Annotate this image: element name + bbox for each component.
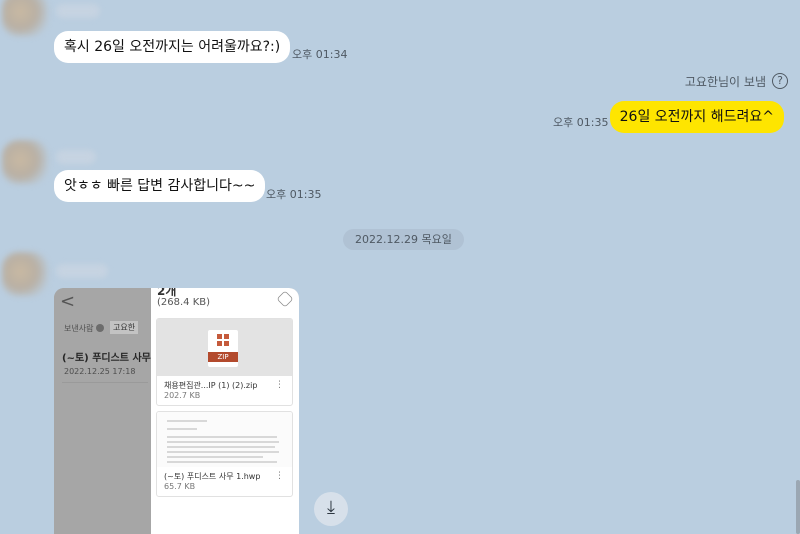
sender-label: 보낸사람 bbox=[64, 324, 94, 333]
back-icon: < bbox=[60, 291, 76, 312]
attachment-size: 202.7 KB bbox=[164, 391, 201, 400]
message-time: 오후 01:35 bbox=[553, 116, 609, 129]
sent-by-note: 고요한님이 보냄 bbox=[684, 75, 766, 89]
message-bubble[interactable]: 앗ㅎㅎ 빠른 답변 감사합니다~~ bbox=[54, 170, 266, 202]
avatar[interactable] bbox=[2, 140, 48, 184]
help-icon[interactable]: ? bbox=[772, 73, 788, 89]
zip-thumbnail: ZIP bbox=[157, 319, 292, 376]
attachment-card: (~토) 푸디스트 사무 1.hwp 65.7 KB ⋮ bbox=[156, 411, 293, 497]
mail-title: (~토) 푸디스트 사무 bbox=[62, 353, 151, 364]
sender-name-blurred bbox=[56, 150, 96, 164]
attachments-pane: 2개 (268.4 KB) ZIP 채용편집관...IP (1) (2).zip… bbox=[151, 288, 299, 534]
message-time: 오후 01:35 bbox=[266, 188, 322, 201]
document-thumbnail bbox=[157, 412, 292, 467]
attachment-size: 65.7 KB bbox=[164, 482, 196, 491]
mail-date: 2022.12.25 17:18 bbox=[64, 367, 136, 376]
image-message[interactable]: < 보낸사람 고요한 (~토) 푸디스트 사무 2022.12.25 17:18… bbox=[54, 288, 299, 534]
message-time: 오후 01:34 bbox=[292, 48, 348, 61]
divider bbox=[62, 382, 148, 383]
box-icon bbox=[276, 290, 294, 308]
zip-file-icon: ZIP bbox=[208, 330, 238, 367]
arrow-down-icon: ⤓ bbox=[327, 497, 335, 518]
attachment-card: ZIP 채용편집관...IP (1) (2).zip 202.7 KB ⋮ bbox=[156, 318, 293, 406]
status-dot-icon bbox=[96, 324, 104, 332]
avatar[interactable] bbox=[2, 0, 48, 36]
more-icon: ⋮ bbox=[275, 471, 284, 481]
avatar[interactable] bbox=[2, 252, 48, 296]
message-bubble[interactable]: 혹시 26일 오전까지는 어려울까요?:) bbox=[54, 31, 291, 63]
scroll-to-bottom-button[interactable]: ⤓ bbox=[314, 492, 348, 526]
sender-name-blurred bbox=[56, 4, 100, 18]
date-divider: 2022.12.29 목요일 bbox=[343, 229, 464, 250]
attachment-total-size: (268.4 KB) bbox=[157, 297, 211, 308]
sender-tag: 고요한 bbox=[110, 321, 139, 334]
more-icon: ⋮ bbox=[275, 380, 284, 390]
scrollbar[interactable] bbox=[796, 480, 800, 534]
sender-name-blurred bbox=[56, 264, 108, 278]
mail-detail-pane: < 보낸사람 고요한 (~토) 푸디스트 사무 2022.12.25 17:18 bbox=[54, 288, 151, 534]
attachment-name: (~토) 푸디스트 사무 1.hwp bbox=[164, 472, 261, 481]
attachment-name: 채용편집관...IP (1) (2).zip bbox=[164, 381, 258, 390]
my-message-bubble[interactable]: 26일 오전까지 해드려요^ bbox=[609, 101, 784, 133]
